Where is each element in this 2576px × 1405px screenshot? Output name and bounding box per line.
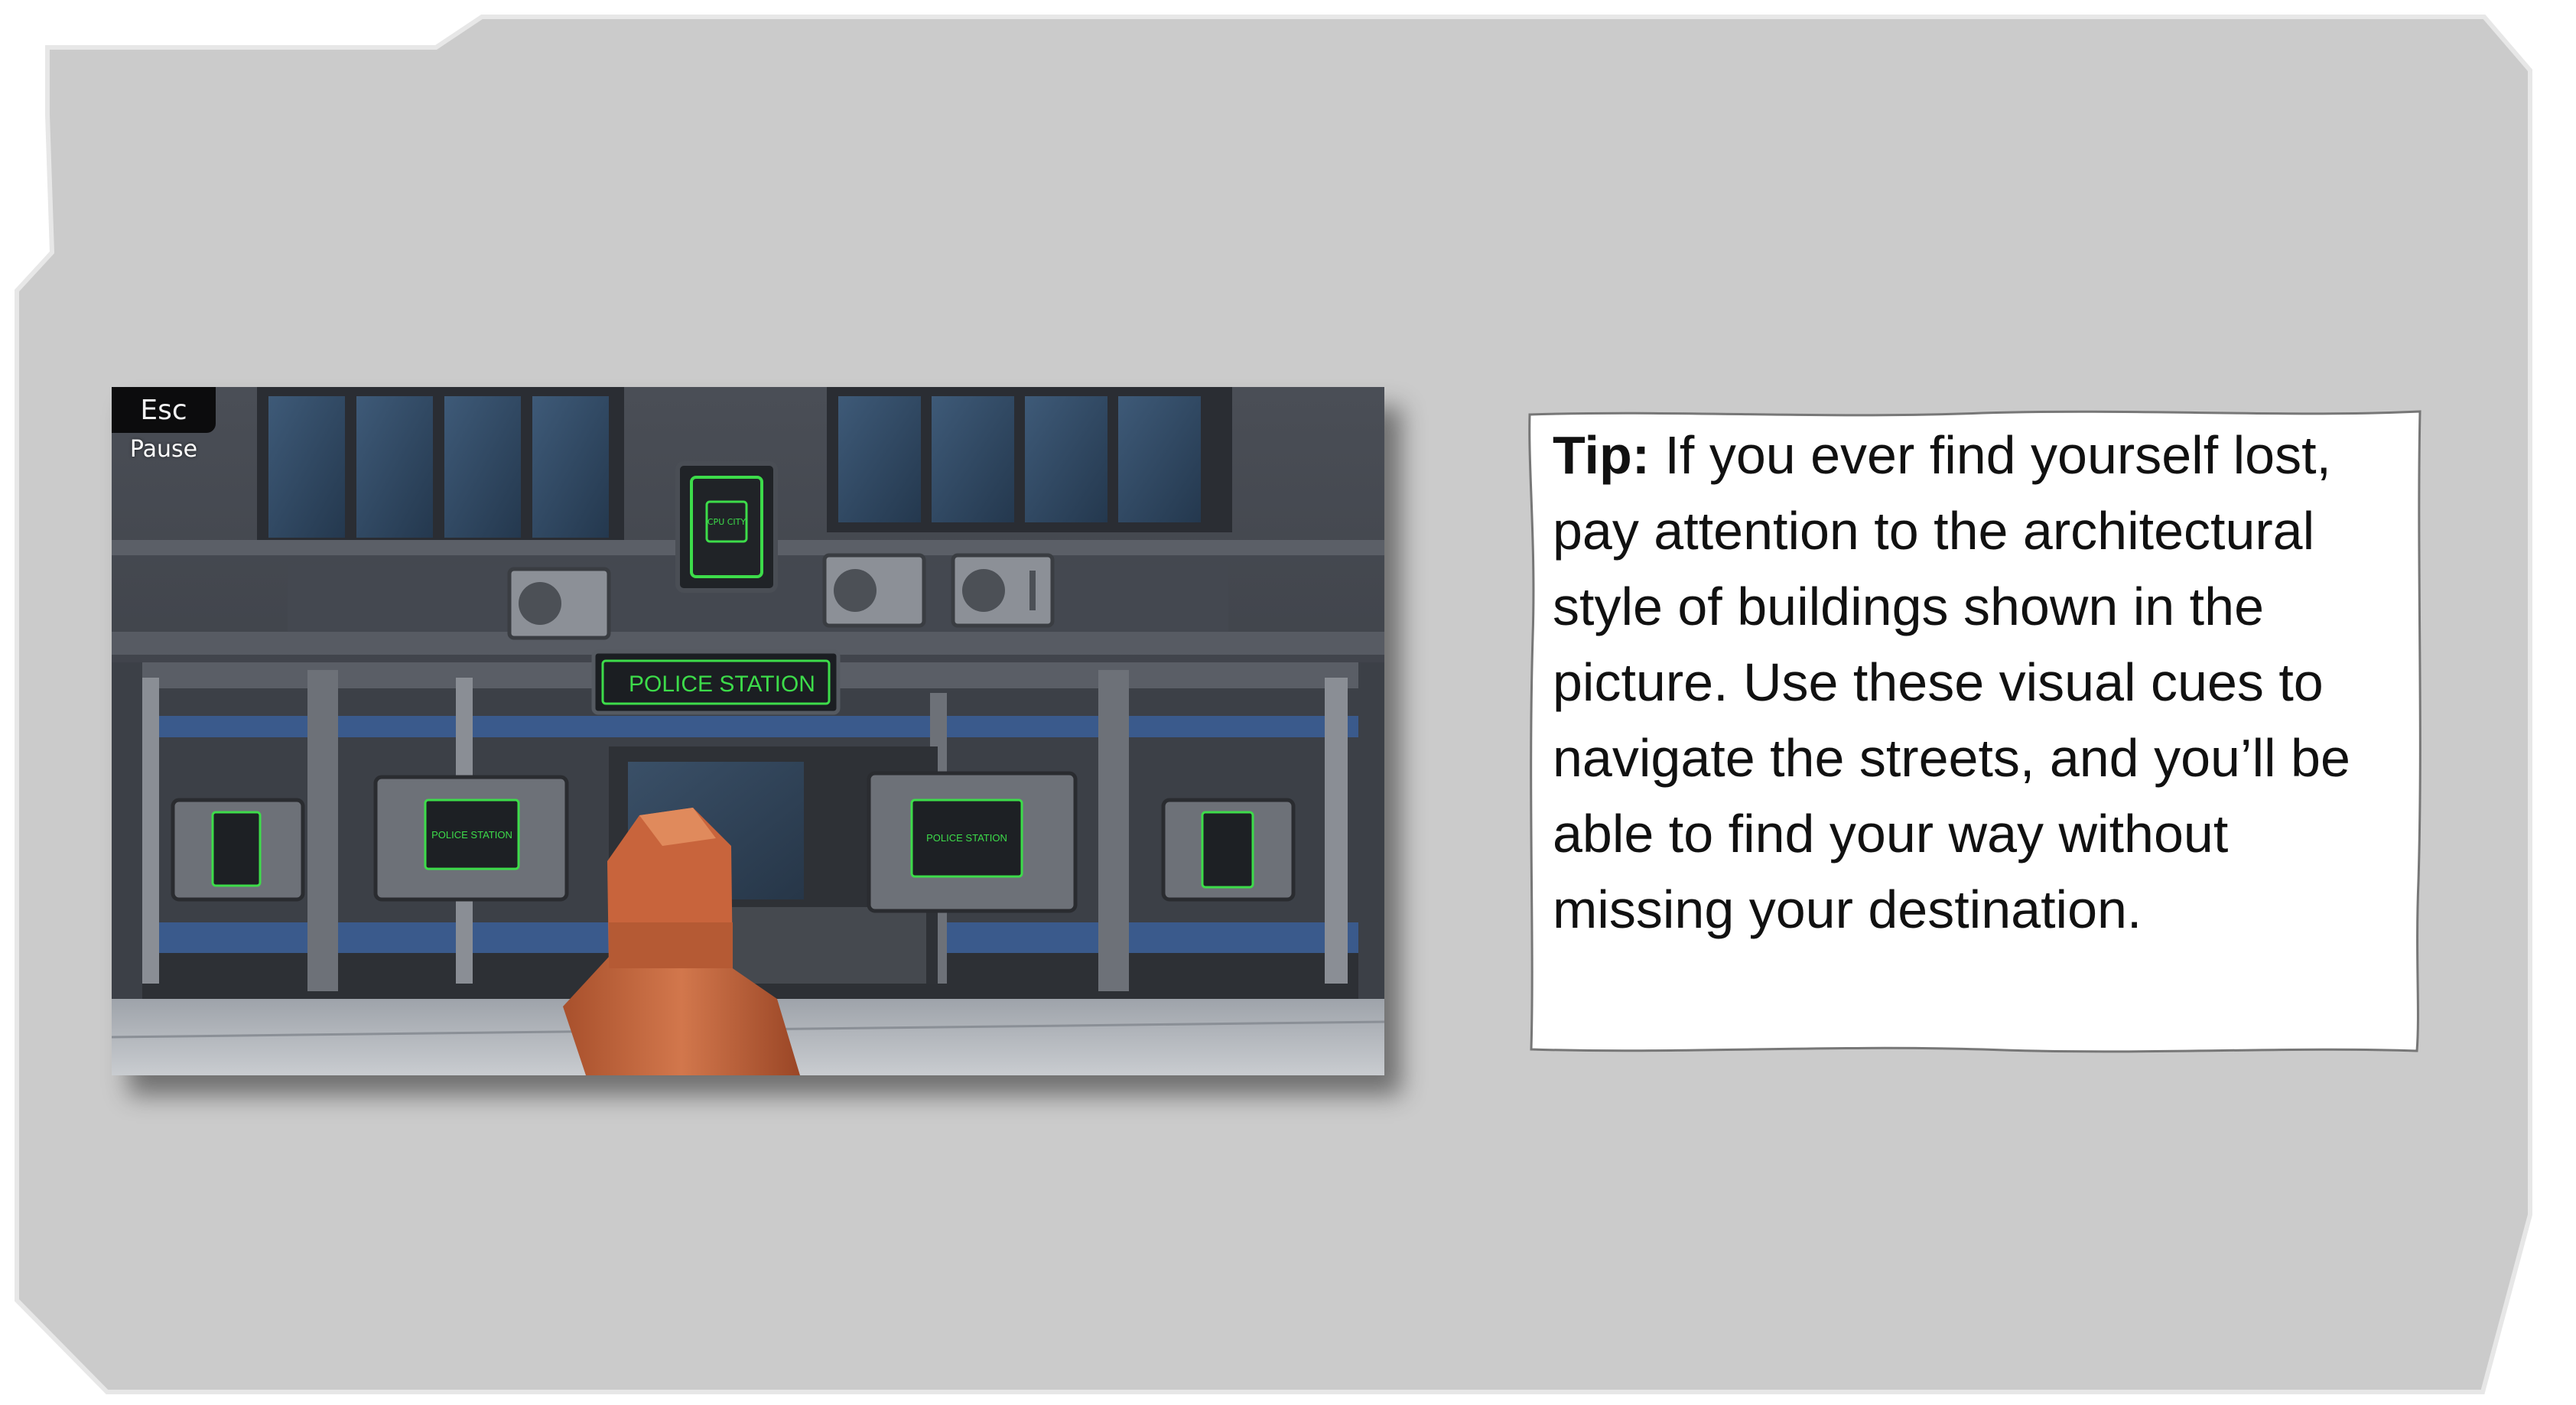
window-panel-3: POLICE STATION [867,771,1078,913]
pause-label: Pause [129,436,198,463]
police-station-scene: CPU CITY POLICE STATION POLICE STATION P… [112,387,1384,1075]
cpu-city-sign: CPU CITY [675,461,778,593]
window-sign-right-text: POLICE STATION [926,832,1007,844]
ac-unit-3 [951,553,1055,628]
police-station-sign-text: POLICE STATION [629,672,815,697]
upper-windows-right [827,387,1232,532]
window-panel-2: POLICE STATION [373,775,569,902]
tip-body: If you ever find yourself lost, pay atte… [1553,425,2350,939]
cpu-city-logo-text: CPU CITY [707,517,746,527]
window-panel-1 [171,798,305,902]
police-station-main-sign: POLICE STATION [591,649,841,715]
window-panel-4 [1161,798,1296,902]
tip-card: Tip: If you ever find yourself lost, pay… [1524,407,2426,1057]
upper-windows-left [257,387,624,548]
ac-unit-1 [507,567,611,640]
esc-key-hint[interactable]: Esc [112,387,216,433]
tip-label: Tip: [1553,425,1651,485]
window-sign-left-text: POLICE STATION [431,829,512,841]
ac-unit-2 [822,553,926,628]
tip-text: Tip: If you ever find yourself lost, pay… [1553,418,2413,948]
game-screenshot: CPU CITY POLICE STATION POLICE STATION P… [112,387,1384,1075]
